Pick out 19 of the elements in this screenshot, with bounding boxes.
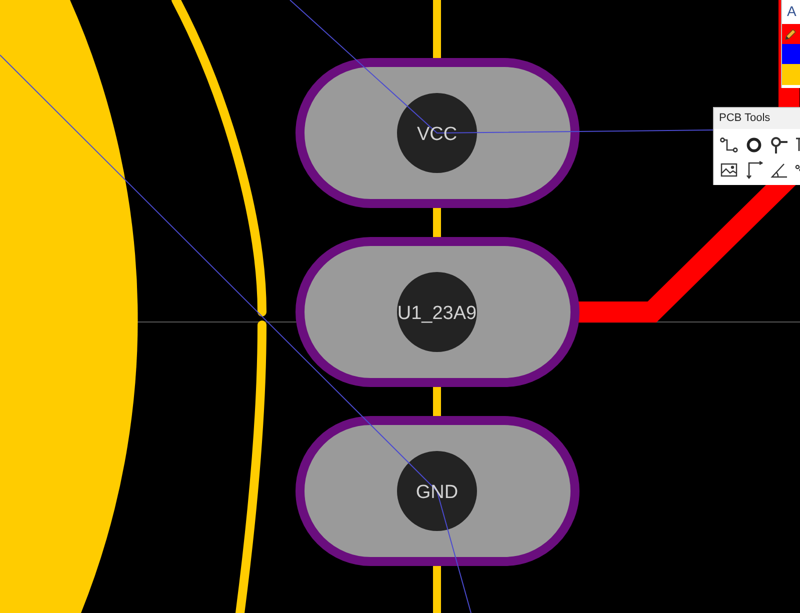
layer-panel-header: A	[786, 2, 798, 21]
pencil-icon	[785, 28, 796, 40]
track-segment	[433, 207, 441, 237]
pin-icon[interactable]	[770, 136, 788, 154]
layer-swatch[interactable]	[782, 64, 800, 85]
partial-tool-icon[interactable]	[795, 136, 800, 154]
image-icon[interactable]	[720, 161, 738, 179]
track-icon[interactable]	[720, 136, 738, 154]
panel-title: PCB Tools	[714, 108, 800, 129]
track-segment	[433, 386, 441, 416]
pad-label: U1_23A9	[397, 303, 477, 324]
track-segment	[433, 0, 441, 58]
layer-swatch[interactable]	[782, 24, 800, 44]
pad-label: VCC	[416, 124, 458, 145]
angle-icon[interactable]	[770, 161, 788, 179]
ring-icon[interactable]	[745, 136, 763, 154]
corner-arrows-icon[interactable]	[745, 161, 763, 179]
layer-swatch[interactable]	[782, 44, 800, 64]
track-segment	[433, 565, 441, 613]
